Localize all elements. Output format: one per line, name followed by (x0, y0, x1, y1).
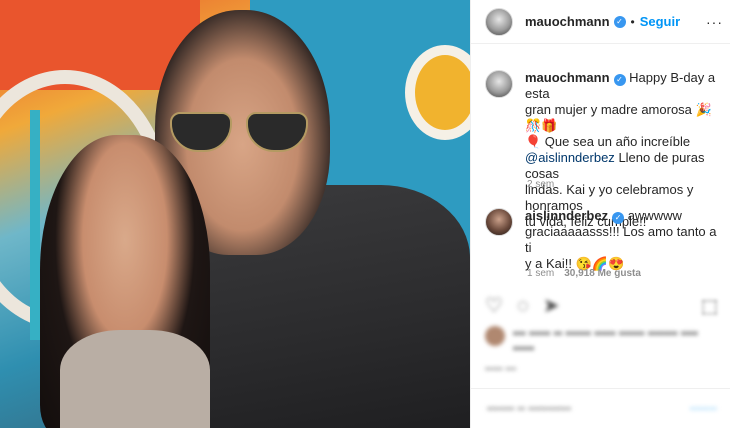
follow-button[interactable]: Seguir (640, 14, 680, 29)
verified-icon: ✓ (613, 74, 626, 86)
likes-summary-blurred: ▪▪▪ ▪▪▪▪▪ ▪▪ ▪▪▪▪▪▪ ▪▪▪▪▪ ▪▪▪▪▪▪ ▪▪▪▪▪▪▪… (485, 326, 715, 356)
add-comment-row: ▪▪▪▪▪▪▪ ▪▪ ▪▪▪▪▪▪▪▪▪▪▪ ▪▪▪▪▪▪▪ (471, 388, 730, 428)
post-date-blurred: ▪▪▪▪▪ ▪▪▪ (485, 364, 517, 375)
post-header: mauochmann ✓ • Seguir ··· (471, 0, 730, 44)
comment-icon[interactable]: ◌ (517, 295, 543, 317)
post-photo[interactable] (0, 0, 470, 428)
more-options-icon[interactable]: ··· (706, 14, 723, 30)
avatar[interactable] (485, 7, 513, 36)
caption-time[interactable]: 2 sem (527, 179, 554, 190)
caption-username[interactable]: mauochmann (525, 70, 610, 85)
verified-icon: ✓ (612, 212, 625, 224)
caption-meta: 2 sem (527, 179, 554, 190)
liker-avatar (485, 326, 505, 346)
caption-body: mauochmann ✓ Happy B-day a esta gran muje… (525, 70, 725, 230)
header-separator: • (630, 14, 635, 29)
reply-username[interactable]: aislinnderbez (525, 208, 608, 223)
reply-comment: aislinnderbez ✓ awwwww graciaaaaasss!!! L… (485, 208, 725, 272)
verified-icon: ✓ (613, 15, 626, 28)
avatar[interactable] (485, 70, 513, 98)
add-comment-input[interactable]: ▪▪▪▪▪▪▪ ▪▪ ▪▪▪▪▪▪▪▪▪▪▪ (487, 403, 571, 415)
caption-comment: mauochmann ✓ Happy B-day a esta gran muje… (485, 70, 725, 230)
post-side-panel: mauochmann ✓ • Seguir ··· mauochmann ✓ Ha… (470, 0, 730, 428)
heart-icon[interactable]: ♡ (485, 295, 517, 317)
mention-link[interactable]: @aislinnderbez (525, 150, 615, 165)
header-username[interactable]: mauochmann (525, 14, 610, 29)
likes-summary-blurred-text: ▪▪▪ ▪▪▪▪▪ ▪▪ ▪▪▪▪▪▪ ▪▪▪▪▪ ▪▪▪▪▪▪ ▪▪▪▪▪▪▪… (513, 326, 698, 355)
reply-text: graciaaaaasss!!! Los amo tanto a ti (525, 224, 717, 255)
reply-body: aislinnderbez ✓ awwwww graciaaaaasss!!! L… (525, 208, 725, 272)
reply-meta: 1 sem 30,918 Me gusta (527, 268, 641, 279)
avatar[interactable] (485, 208, 513, 236)
caption-text: gran mujer y madre amorosa 🎉🎊🎁 (525, 102, 712, 133)
action-bar: ♡◌➤ (485, 293, 574, 318)
background-stripe (30, 110, 40, 340)
sunglasses (170, 112, 310, 154)
bookmark-icon[interactable]: ⬚ (701, 296, 718, 317)
reply-time[interactable]: 1 sem (527, 268, 554, 279)
share-icon[interactable]: ➤ (543, 295, 574, 317)
woman-scarf (60, 330, 210, 428)
reply-likes[interactable]: 30,918 Me gusta (564, 268, 641, 279)
reply-text: awwwww (627, 208, 682, 223)
publish-button[interactable]: ▪▪▪▪▪▪▪ (690, 403, 717, 415)
caption-text: 🎈 Que sea un año increíble (525, 134, 691, 149)
